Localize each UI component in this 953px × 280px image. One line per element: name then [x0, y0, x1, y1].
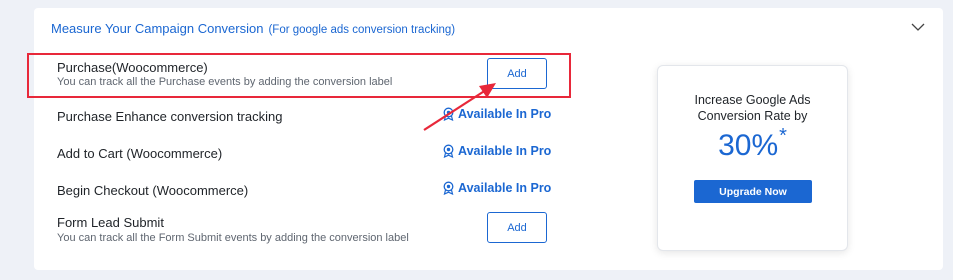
available-in-pro-label: Available In Pro — [458, 181, 552, 195]
section-title-text: Measure Your Campaign Conversion — [51, 21, 264, 36]
promo-line-1: Increase Google Ads — [694, 93, 811, 107]
award-badge-icon — [443, 181, 454, 195]
begin-checkout-available-in-pro-link[interactable]: Available In Pro — [442, 180, 551, 196]
section-title[interactable]: Measure Your Campaign Conversion (For goo… — [51, 21, 455, 36]
add-to-cart-available-in-pro-link[interactable]: Available In Pro — [442, 143, 551, 159]
row-enhance-title: Purchase Enhance conversion tracking — [57, 109, 283, 124]
row-form-lead-description: You can track all the Form Submit events… — [57, 232, 409, 244]
available-in-pro-label: Available In Pro — [458, 144, 552, 158]
promo-percent: 30%* — [658, 125, 847, 163]
upgrade-promo-card: Increase Google Ads Conversion Rate by 3… — [657, 65, 848, 251]
award-badge-icon — [443, 144, 454, 158]
row-begin-checkout-title: Begin Checkout (Woocommerce) — [57, 183, 249, 198]
chevron-down-icon[interactable] — [911, 22, 925, 32]
add-form-lead-button[interactable]: Add — [487, 212, 547, 243]
annotation-arrow — [423, 83, 496, 131]
upgrade-now-button[interactable]: Upgrade Now — [694, 180, 812, 203]
promo-percent-value: 30% — [718, 129, 779, 162]
row-form-lead-title: Form Lead Submit — [57, 215, 164, 230]
promo-asterisk: * — [779, 125, 787, 147]
row-add-to-cart-title: Add to Cart (Woocommerce) — [57, 146, 223, 161]
section-subtitle: (For google ads conversion tracking) — [268, 24, 456, 36]
promo-line-2: Conversion Rate by — [697, 109, 808, 123]
